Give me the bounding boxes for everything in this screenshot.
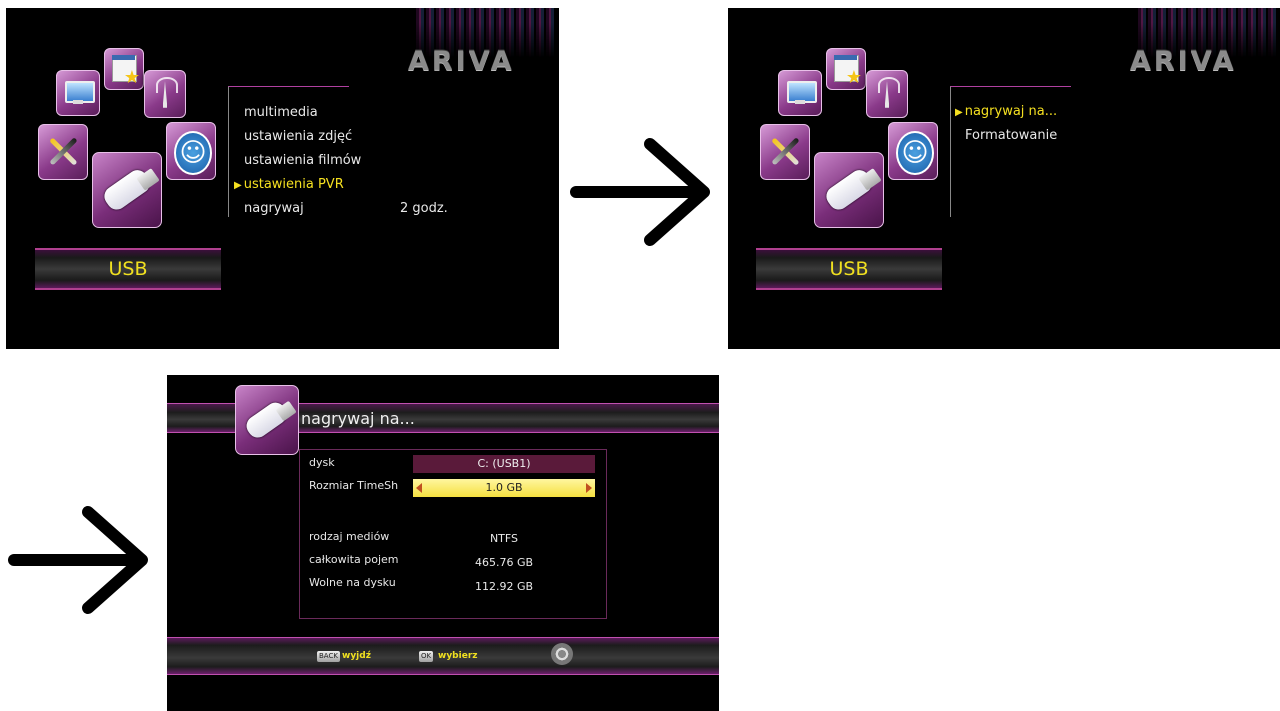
menu-item-pvr-settings[interactable]: ▶ ustawienia PVR: [234, 177, 344, 192]
menu-screen: ARIVA ★ ☺ USB multimedia ustawienia zdję…: [6, 8, 559, 349]
back-key-badge[interactable]: BACK: [317, 651, 340, 662]
menu-item-record[interactable]: nagrywaj: [244, 201, 304, 216]
brand-logo: ARIVA: [408, 46, 515, 77]
media-type-value: NTFS: [489, 532, 519, 545]
total-capacity-value: 465.76 GB: [474, 556, 534, 569]
selection-pointer-icon: ▶: [234, 180, 242, 191]
category-caption: USB: [35, 248, 221, 290]
ok-hint-label: wybierz: [438, 651, 478, 661]
accessibility-icon[interactable]: ☺: [166, 122, 216, 180]
submenu-item-record-to[interactable]: ▶ nagrywaj na...: [955, 104, 1057, 119]
antenna-icon[interactable]: [866, 70, 908, 118]
monitor-icon[interactable]: [778, 70, 822, 116]
menu-item-photo-settings[interactable]: ustawienia zdjęć: [244, 129, 352, 144]
right-arrow-icon: [8, 506, 148, 614]
submenu-screen: ARIVA ★ ☺ USB ▶ nagrywaj na... Formatowan…: [728, 8, 1280, 349]
record-duration-value: 2 godz.: [400, 201, 448, 216]
field-label-disk: dysk: [309, 456, 335, 469]
usb-drive-icon[interactable]: [92, 152, 162, 228]
field-label-timeshift-size: Rozmiar TimeSh: [309, 479, 399, 492]
selection-pointer-icon: ▶: [955, 107, 963, 118]
tools-icon[interactable]: [38, 124, 88, 180]
right-arrow-icon: [570, 138, 710, 246]
menu-item-multimedia[interactable]: multimedia: [244, 105, 318, 120]
usb-drive-icon: [235, 385, 299, 455]
field-label-free-space: Wolne na dysku: [309, 576, 396, 589]
dpad-icon: [551, 643, 573, 665]
antenna-icon[interactable]: [144, 70, 186, 118]
field-label-total-capacity: całkowita pojem: [309, 553, 399, 566]
category-label: USB: [829, 258, 869, 280]
submenu-item-format[interactable]: Formatowanie: [965, 128, 1057, 143]
ok-key-badge[interactable]: OK: [419, 651, 434, 662]
decrease-arrow-icon[interactable]: [416, 483, 422, 493]
document-star-icon[interactable]: ★: [826, 48, 866, 90]
category-label: USB: [108, 258, 148, 280]
document-star-icon[interactable]: ★: [104, 48, 144, 90]
back-hint-label: wyjdź: [342, 651, 371, 661]
detail-screen: nagrywaj na... dysk C: (USB1) Rozmiar Ti…: [167, 375, 719, 711]
brand-logo: ARIVA: [1130, 46, 1237, 77]
accessibility-icon[interactable]: ☺: [888, 122, 938, 180]
timeshift-size-selector[interactable]: 1.0 GB: [413, 479, 595, 497]
field-label-media-type: rodzaj mediów: [309, 530, 390, 543]
menu-item-video-settings[interactable]: ustawienia filmów: [244, 153, 361, 168]
tools-icon[interactable]: [760, 124, 810, 180]
increase-arrow-icon[interactable]: [586, 483, 592, 493]
page-title: nagrywaj na...: [301, 409, 415, 428]
usb-drive-icon[interactable]: [814, 152, 884, 228]
monitor-icon[interactable]: [56, 70, 100, 116]
free-space-value: 112.92 GB: [474, 580, 534, 593]
category-caption: USB: [756, 248, 942, 290]
disk-select[interactable]: C: (USB1): [413, 455, 595, 473]
